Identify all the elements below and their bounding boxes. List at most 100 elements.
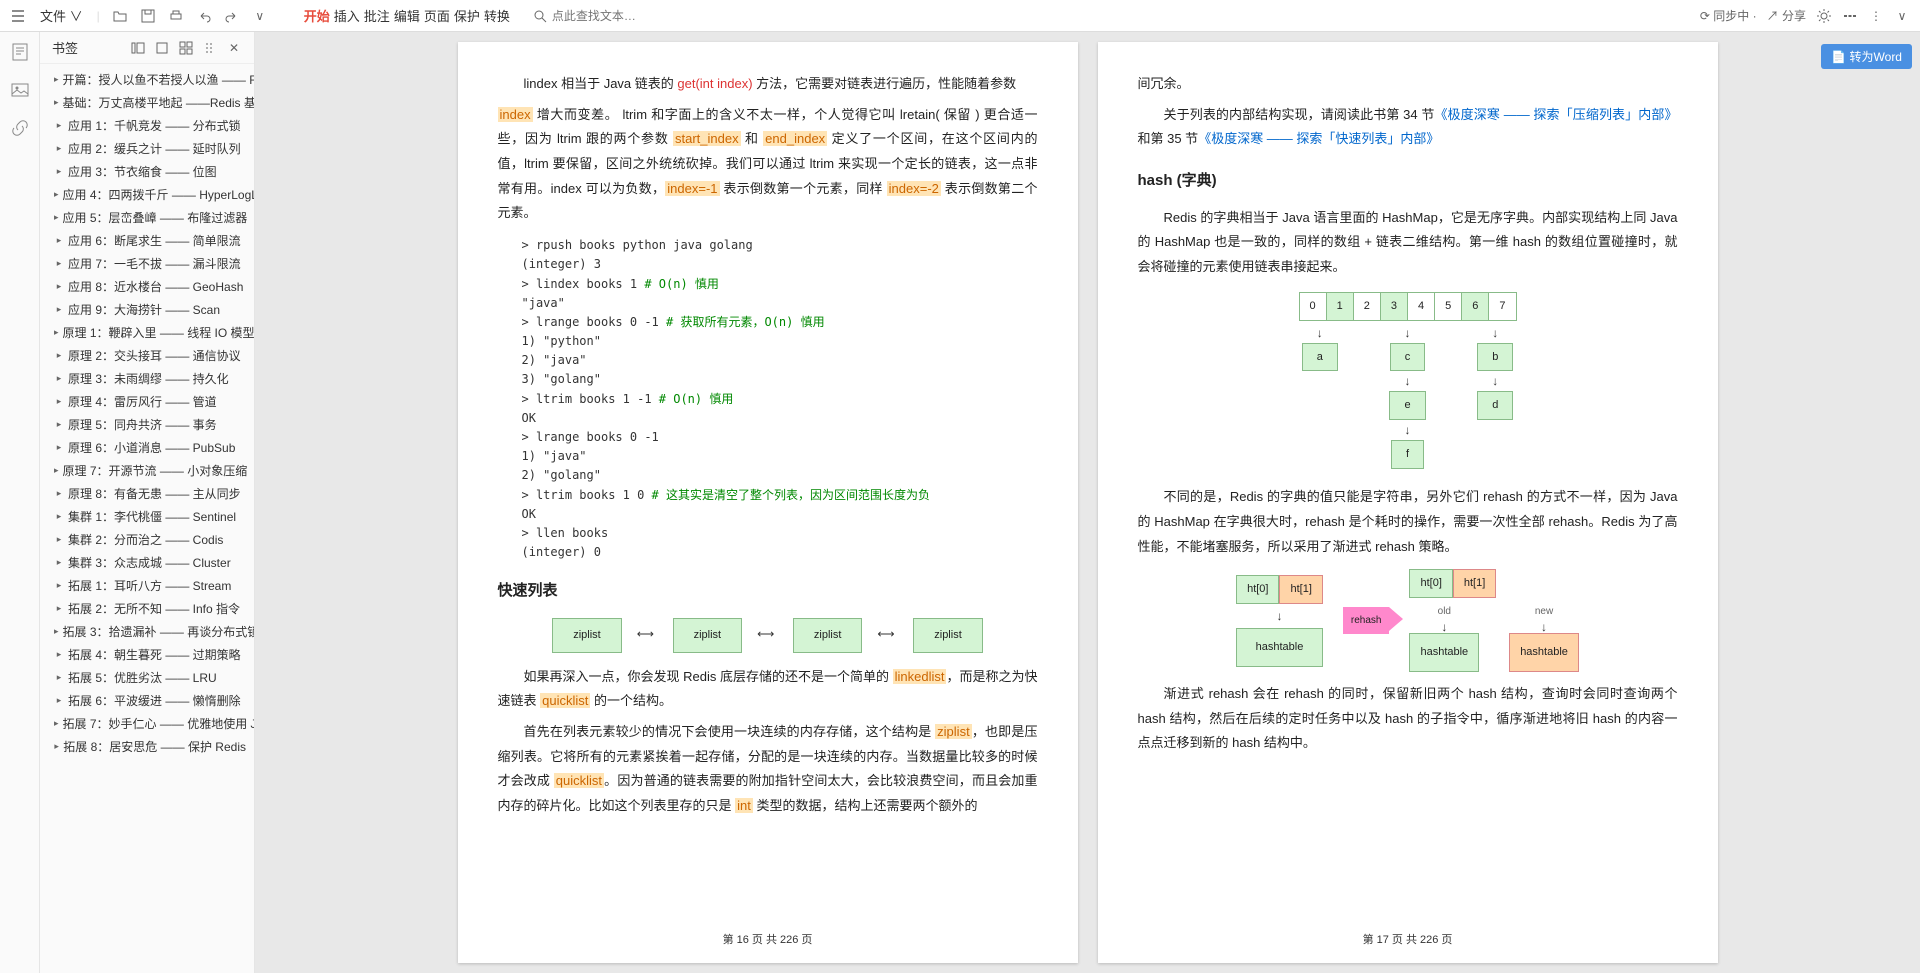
bookmark-label: 原理 8：有备无患 —— 主从同步 [68,485,241,502]
bookmark-item[interactable]: ▸原理 7：开源节流 —— 小对象压缩 [40,459,254,482]
caret-icon: ▸ [54,98,59,108]
caret-icon: ▸ [54,167,64,177]
caret-icon: ▸ [54,696,64,706]
bookmark-item[interactable]: ▸基础：万丈高楼平地起 ——Redis 基础… [40,91,254,114]
bookmark-label: 应用 3：节衣缩食 —— 位图 [68,163,217,180]
save-icon[interactable] [140,8,156,24]
share-button[interactable]: ↗ 分享 [1767,7,1806,24]
bookmark-item[interactable]: ▸拓展 7：妙手仁心 —— 优雅地使用 Je… [40,712,254,735]
bookmark-item[interactable]: ▸集群 2：分而治之 —— Codis [40,528,254,551]
undo-icon[interactable] [196,8,212,24]
caret-icon: ▸ [54,558,64,568]
redo-icon[interactable] [224,8,240,24]
bookmark-label: 应用 4：四两拨千斤 —— HyperLogLog [63,186,254,203]
search-box[interactable] [524,6,680,26]
caret-icon: ▸ [54,420,64,430]
print-icon[interactable] [168,8,184,24]
more-icon[interactable] [1842,8,1858,24]
bookmark-item[interactable]: ▸原理 6：小道消息 —— PubSub [40,436,254,459]
search-input[interactable] [552,9,672,23]
bookmark-item[interactable]: ▸应用 1：千帆竞发 —— 分布式锁 [40,114,254,137]
bookmark-item[interactable]: ▸原理 2：交头接耳 —— 通信协议 [40,344,254,367]
caret-icon: ▸ [54,213,59,223]
bookmark-item[interactable]: ▸原理 3：未雨绸缪 —— 持久化 [40,367,254,390]
bookmark-item[interactable]: ▸ 原理 4：雷厉风行 —— 管道 [40,390,254,413]
tab-5[interactable]: 保护 [452,5,482,28]
sb-icon-3[interactable] [178,40,194,56]
menu-icon[interactable] [10,8,26,24]
hash-structure-diagram: 01234567 ↓a ↓c↓e↓f ↓b↓d [1138,292,1678,474]
toolbar-left: 文件 ∨ | ∨ 开始插入批注编辑页面保护转换 [10,2,1688,29]
sb-icon-4[interactable] [202,40,218,56]
tab-2[interactable]: 批注 [362,5,392,28]
bookmark-label: 集群 1：李代桃僵 —— Sentinel [68,508,236,525]
sync-status[interactable]: ⟳ 同步中 · [1700,7,1757,24]
bookmark-item[interactable]: ▸应用 8：近水楼台 —— GeoHash [40,275,254,298]
sidebar-title: 书签 [52,38,78,57]
convert-to-word-button[interactable]: 📄 转为Word [1821,44,1912,69]
bookmark-item[interactable]: ▸拓展 5：优胜劣汰 —— LRU [40,666,254,689]
para: lindex 相当于 Java 链表的 get(int index) 方法，它需… [498,72,1038,97]
bookmark-rail-icon[interactable] [10,42,30,62]
page-number: 第 16 页 共 226 页 [458,930,1078,951]
bookmark-label: 原理 4：雷厉风行 —— 管道 [68,393,217,410]
bookmark-item[interactable]: ▸拓展 8：居安思危 —— 保护 Redis [40,735,254,758]
bookmark-item[interactable]: ▸原理 5：同舟共济 —— 事务 [40,413,254,436]
bookmark-label: 应用 5：层峦叠嶂 —— 布隆过滤器 [63,209,248,226]
bookmark-item[interactable]: ▸拓展 1：耳听八方 —— Stream [40,574,254,597]
bookmark-item[interactable]: ▸ 集群 1：李代桃僵 —— Sentinel [40,505,254,528]
bookmark-item[interactable]: ▸应用 4：四两拨千斤 —— HyperLogLog [40,183,254,206]
tab-3[interactable]: 编辑 [392,5,422,28]
bookmark-item[interactable]: ▸应用 2：缓兵之计 —— 延时队列 [40,137,254,160]
dropdown-icon[interactable]: ∨ [252,8,268,24]
bookmark-item[interactable]: ▸ 应用 9：大海捞针 —— Scan [40,298,254,321]
tab-0[interactable]: 开始 [302,5,332,28]
bookmark-label: 应用 7：一毛不拔 —— 漏斗限流 [68,255,241,272]
para: 间冗余。 [1138,72,1678,97]
sidebar-header: 书签 ✕ [40,32,254,64]
close-icon[interactable]: ✕ [226,40,242,56]
tab-1[interactable]: 插入 [332,5,362,28]
caret-icon: ▸ [54,305,64,315]
caret-icon: ▸ [54,351,64,361]
tab-4[interactable]: 页面 [422,5,452,28]
tab-6[interactable]: 转换 [482,5,512,28]
search-icon [532,8,548,24]
bookmark-label: 拓展 2：无所不知 —— Info 指令 [68,600,240,617]
bookmark-item[interactable]: ▸拓展 2：无所不知 —— Info 指令 [40,597,254,620]
caret-icon: ▸ [54,443,64,453]
bookmark-item[interactable]: ▸ 应用 5：层峦叠嶂 —— 布隆过滤器 [40,206,254,229]
bookmark-item[interactable]: ▸ 应用 7：一毛不拔 —— 漏斗限流 [40,252,254,275]
settings-icon[interactable] [1816,8,1832,24]
bookmark-item[interactable]: ▸应用 6：断尾求生 —— 简单限流 [40,229,254,252]
bookmark-item[interactable]: ▸原理 1：鞭辟入里 —— 线程 IO 模型 [40,321,254,344]
bookmark-item[interactable]: ▸集群 3：众志成城 —— Cluster [40,551,254,574]
sb-icon-2[interactable] [154,40,170,56]
para: 不同的是，Redis 的字典的值只能是字符串，另外它们 rehash 的方式不一… [1138,485,1678,559]
link-rail-icon[interactable] [10,118,30,138]
image-rail-icon[interactable] [10,80,30,100]
bookmark-item[interactable]: ▸ 应用 3：节衣缩食 —— 位图 [40,160,254,183]
caret-icon: ▸ [54,466,59,476]
page-number: 第 17 页 共 226 页 [1098,930,1718,951]
caret-icon: ▸ [54,742,59,752]
bookmark-item[interactable]: ▸开篇：授人以鱼不若授人以渔 —— Redi… [40,68,254,91]
bookmark-label: 拓展 4：朝生暮死 —— 过期策略 [68,646,241,663]
bookmark-item[interactable]: ▸拓展 4：朝生暮死 —— 过期策略 [40,643,254,666]
bookmark-label: 应用 9：大海捞针 —— Scan [68,301,220,318]
bookmark-item[interactable]: ▸原理 8：有备无患 —— 主从同步 [40,482,254,505]
caret-icon: ▸ [54,144,64,154]
bookmark-item[interactable]: ▸拓展 6：平波缓进 —— 懒惰删除 [40,689,254,712]
open-icon[interactable] [112,8,128,24]
caret-icon: ▸ [54,397,64,407]
collapse-icon[interactable]: ∨ [1894,8,1910,24]
document-viewport[interactable]: 📄 转为Word lindex 相当于 Java 链表的 get(int ind… [255,32,1920,973]
caret-icon: ▸ [54,627,59,637]
caret-icon: ▸ [54,512,64,522]
bookmark-label: 应用 8：近水楼台 —— GeoHash [68,278,243,295]
sb-icon-1[interactable] [130,40,146,56]
menu2-icon[interactable]: ⋮ [1868,8,1884,24]
bookmark-item[interactable]: ▸拓展 3：拾遗漏补 —— 再谈分布式锁 [40,620,254,643]
caret-icon: ▸ [54,259,64,269]
file-menu[interactable]: 文件 ∨ [38,2,85,29]
